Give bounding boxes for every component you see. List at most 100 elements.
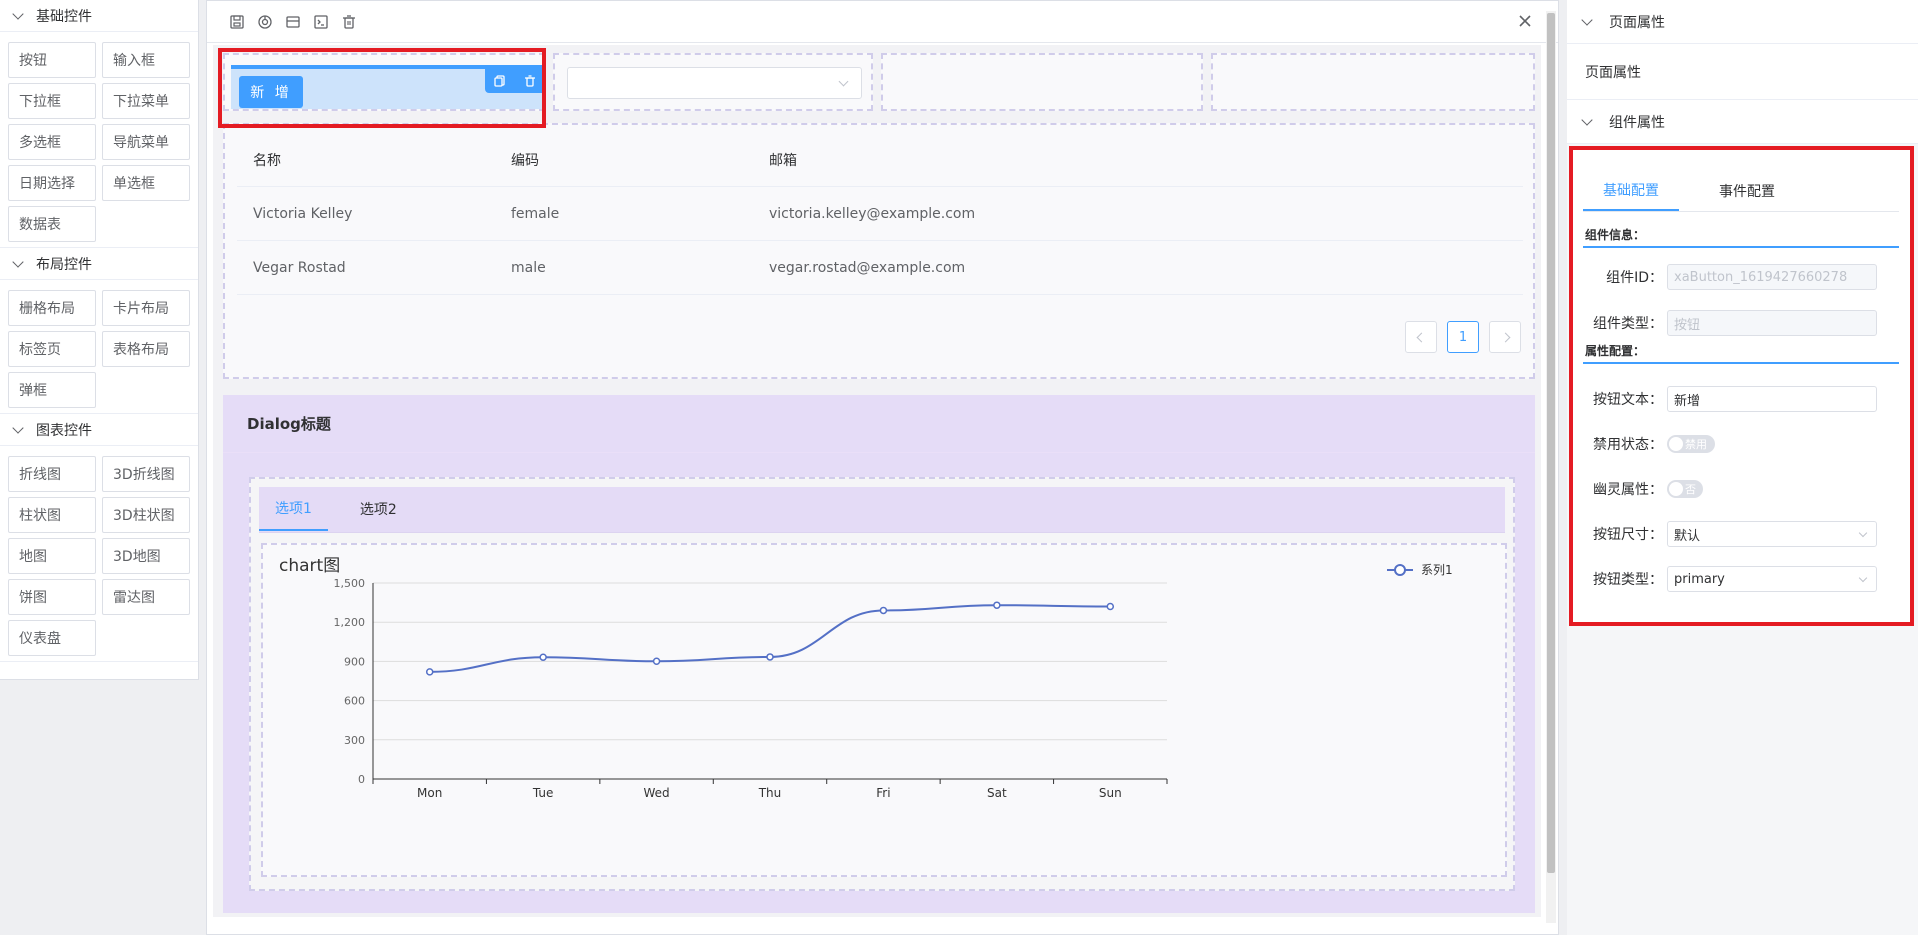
palette-item-select[interactable]: 下拉框 bbox=[8, 83, 96, 119]
datatable-component[interactable]: 名称 编码 邮箱 Victoria Kelley female victoria… bbox=[223, 123, 1535, 379]
copy-icon[interactable] bbox=[493, 74, 507, 88]
palette-item-checkbox[interactable]: 多选框 bbox=[8, 124, 96, 160]
section-chart-controls[interactable]: 图表控件 bbox=[0, 414, 198, 446]
column-header: 邮箱 bbox=[769, 152, 797, 169]
tab-event-config[interactable]: 事件配置 bbox=[1699, 170, 1795, 211]
palette-item-map[interactable]: 地图 bbox=[8, 538, 96, 574]
palette-item-radar[interactable]: 雷达图 bbox=[102, 579, 190, 615]
chevron-right-icon bbox=[1500, 332, 1510, 342]
palette-item-datepicker[interactable]: 日期选择 bbox=[8, 165, 96, 201]
next-page-button[interactable] bbox=[1489, 321, 1521, 353]
grid-cell-3[interactable] bbox=[881, 53, 1203, 111]
prev-page-button[interactable] bbox=[1405, 321, 1437, 353]
layout-icon[interactable] bbox=[285, 14, 301, 30]
chevron-down-icon bbox=[1858, 528, 1868, 538]
line-chart-component[interactable]: chart图 0 300 600 900 1,200 1,500 Mon Tue Wed Thu Fr… bbox=[261, 543, 1507, 877]
grid-cell-4[interactable] bbox=[1211, 53, 1535, 111]
preview-icon[interactable] bbox=[257, 14, 273, 30]
tab-option-2[interactable]: 选项2 bbox=[344, 487, 413, 531]
palette-item-button[interactable]: 按钮 bbox=[8, 42, 96, 78]
field-label: 按钮尺寸： bbox=[1593, 527, 1663, 543]
table-row[interactable]: Vegar Rostad male vegar.rostad@example.c… bbox=[237, 241, 1523, 295]
tab-option-1[interactable]: 选项1 bbox=[259, 487, 328, 531]
selected-button-component[interactable]: 新 增 bbox=[231, 65, 545, 109]
disabled-toggle[interactable]: 禁用 bbox=[1667, 435, 1715, 453]
field-label: 组件类型： bbox=[1593, 316, 1663, 332]
palette-item-dialog[interactable]: 弹框 bbox=[8, 372, 96, 408]
legend-label: 系列1 bbox=[1421, 563, 1453, 577]
palette-item-tabs[interactable]: 标签页 bbox=[8, 331, 96, 367]
x-tick-label: Sat bbox=[987, 786, 1007, 800]
table-cell: female bbox=[511, 205, 560, 222]
palette-item-pie[interactable]: 饼图 bbox=[8, 579, 96, 615]
page-props-body: 页面属性 bbox=[1567, 44, 1918, 100]
y-tick-label: 300 bbox=[344, 734, 365, 747]
chart-controls-list: 折线图 3D折线图 柱状图 3D柱状图 地图 3D地图 饼图 雷达图 仪表盘 bbox=[0, 446, 198, 662]
component-type-input[interactable]: 按钮 bbox=[1667, 310, 1877, 336]
page-number-button[interactable]: 1 bbox=[1447, 321, 1479, 353]
button-size-select[interactable]: 默认 bbox=[1667, 521, 1877, 547]
ghost-toggle[interactable]: 否 bbox=[1667, 480, 1703, 498]
properties-panel: 页面属性 页面属性 组件属性 基础配置 事件配置 组件信息： 组件ID： xaB… bbox=[1567, 0, 1918, 935]
tabs-component[interactable]: 选项1 选项2 chart图 0 300 600 900 1,200 1,500 Mon Tue… bbox=[249, 477, 1515, 891]
table-cell: vegar.rostad@example.com bbox=[769, 259, 966, 276]
table-header-row: 名称 编码 邮箱 bbox=[237, 133, 1523, 187]
table-row[interactable]: Victoria Kelley female victoria.kelley@e… bbox=[237, 187, 1523, 241]
grid-cell-2[interactable] bbox=[553, 53, 873, 111]
palette-item-input[interactable]: 输入框 bbox=[102, 42, 190, 78]
palette-item-grid[interactable]: 栅格布局 bbox=[8, 290, 96, 326]
palette-item-line[interactable]: 折线图 bbox=[8, 456, 96, 492]
vertical-scrollbar[interactable] bbox=[1546, 11, 1556, 923]
toggle-knob bbox=[1669, 482, 1683, 496]
field-button-size: 按钮尺寸： 默认 bbox=[1583, 521, 1899, 547]
select-component[interactable] bbox=[567, 67, 862, 99]
x-tick-label: Tue bbox=[532, 786, 554, 800]
component-props-header[interactable]: 组件属性 bbox=[1567, 100, 1918, 144]
page-props-header[interactable]: 页面属性 bbox=[1567, 0, 1918, 44]
chevron-down-icon bbox=[1581, 13, 1593, 26]
code-icon[interactable] bbox=[313, 14, 329, 30]
trash-icon[interactable] bbox=[523, 74, 537, 88]
grid-cell-1[interactable]: 新 增 bbox=[223, 53, 545, 111]
palette-item-card[interactable]: 卡片布局 bbox=[102, 290, 190, 326]
chevron-down-icon bbox=[12, 421, 24, 434]
field-disabled: 禁用状态： 禁用 bbox=[1583, 431, 1899, 457]
field-label: 按钮文本： bbox=[1593, 392, 1663, 408]
column-header: 名称 bbox=[253, 152, 281, 169]
add-button[interactable]: 新 增 bbox=[239, 76, 303, 108]
palette-item-dropdown[interactable]: 下拉菜单 bbox=[102, 83, 190, 119]
data-table: 名称 编码 邮箱 Victoria Kelley female victoria… bbox=[237, 133, 1523, 295]
scrollbar-thumb[interactable] bbox=[1547, 13, 1555, 873]
tab-basic-config[interactable]: 基础配置 bbox=[1583, 170, 1679, 211]
save-icon[interactable] bbox=[229, 14, 245, 30]
palette-item-radio[interactable]: 单选框 bbox=[102, 165, 190, 201]
table-cell: Vegar Rostad bbox=[253, 259, 346, 276]
palette-item-line3d[interactable]: 3D折线图 bbox=[102, 456, 190, 492]
table-cell: male bbox=[511, 259, 546, 276]
button-type-select[interactable]: primary bbox=[1667, 566, 1877, 592]
data-point bbox=[652, 657, 661, 666]
component-actions bbox=[485, 69, 545, 93]
palette-item-gauge[interactable]: 仪表盘 bbox=[8, 620, 96, 656]
palette-item-bar3d[interactable]: 3D柱状图 bbox=[102, 497, 190, 533]
section-basic-controls[interactable]: 基础控件 bbox=[0, 0, 198, 32]
x-tick-label: Mon bbox=[417, 786, 442, 800]
props-tabs: 基础配置 事件配置 bbox=[1583, 170, 1899, 212]
y-tick-label: 900 bbox=[344, 655, 365, 668]
data-point bbox=[1106, 602, 1115, 611]
component-id-input[interactable]: xaButton_1619427660278 bbox=[1667, 264, 1877, 290]
section-layout-controls[interactable]: 布局控件 bbox=[0, 248, 198, 280]
palette-item-navmenu[interactable]: 导航菜单 bbox=[102, 124, 190, 160]
dialog-component[interactable]: Dialog标题 选项1 选项2 chart图 0 300 600 900 1,200 1,… bbox=[223, 395, 1535, 913]
button-text-input[interactable]: 新增 bbox=[1667, 386, 1877, 412]
close-icon[interactable] bbox=[1515, 11, 1535, 31]
palette-item-map3d[interactable]: 3D地图 bbox=[102, 538, 190, 574]
chevron-down-icon bbox=[1858, 573, 1868, 583]
delete-icon[interactable] bbox=[341, 14, 357, 30]
data-point bbox=[879, 606, 888, 615]
x-tick-label: Fri bbox=[876, 786, 890, 800]
palette-item-bar[interactable]: 柱状图 bbox=[8, 497, 96, 533]
palette-item-table-layout[interactable]: 表格布局 bbox=[102, 331, 190, 367]
line-chart: chart图 0 300 600 900 1,200 1,500 Mon Tue Wed Thu Fr… bbox=[279, 556, 1453, 800]
palette-item-datatable[interactable]: 数据表 bbox=[8, 206, 96, 242]
